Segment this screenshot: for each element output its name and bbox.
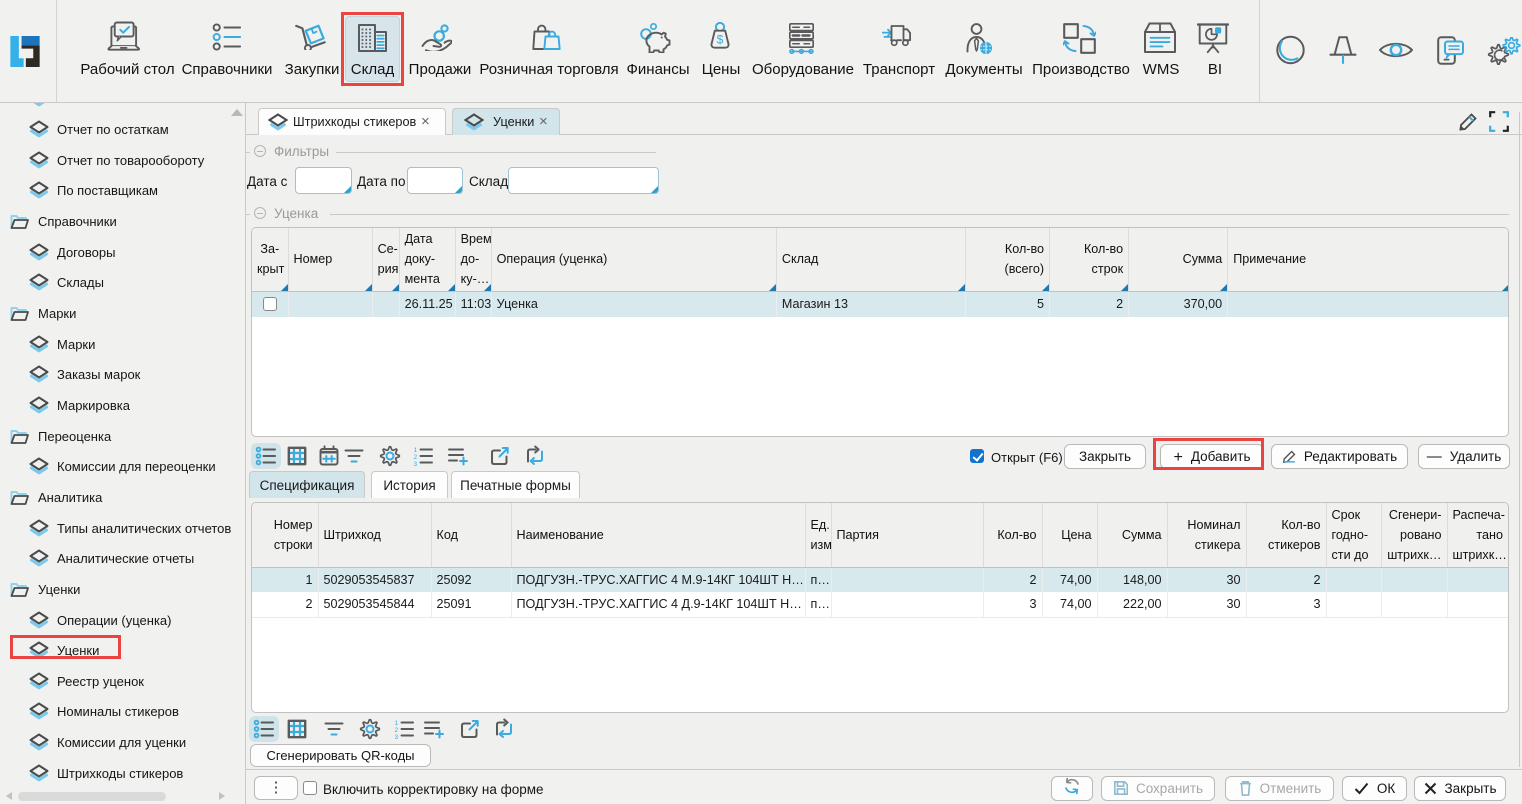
svg-text:2: 2 [414, 454, 418, 461]
svg-text:3: 3 [395, 734, 399, 740]
svg-text:1: 1 [414, 447, 418, 454]
svg-text:$: $ [717, 33, 724, 47]
svg-text:3: 3 [414, 461, 418, 467]
svg-text:2: 2 [395, 727, 399, 734]
svg-text:1: 1 [395, 720, 399, 727]
